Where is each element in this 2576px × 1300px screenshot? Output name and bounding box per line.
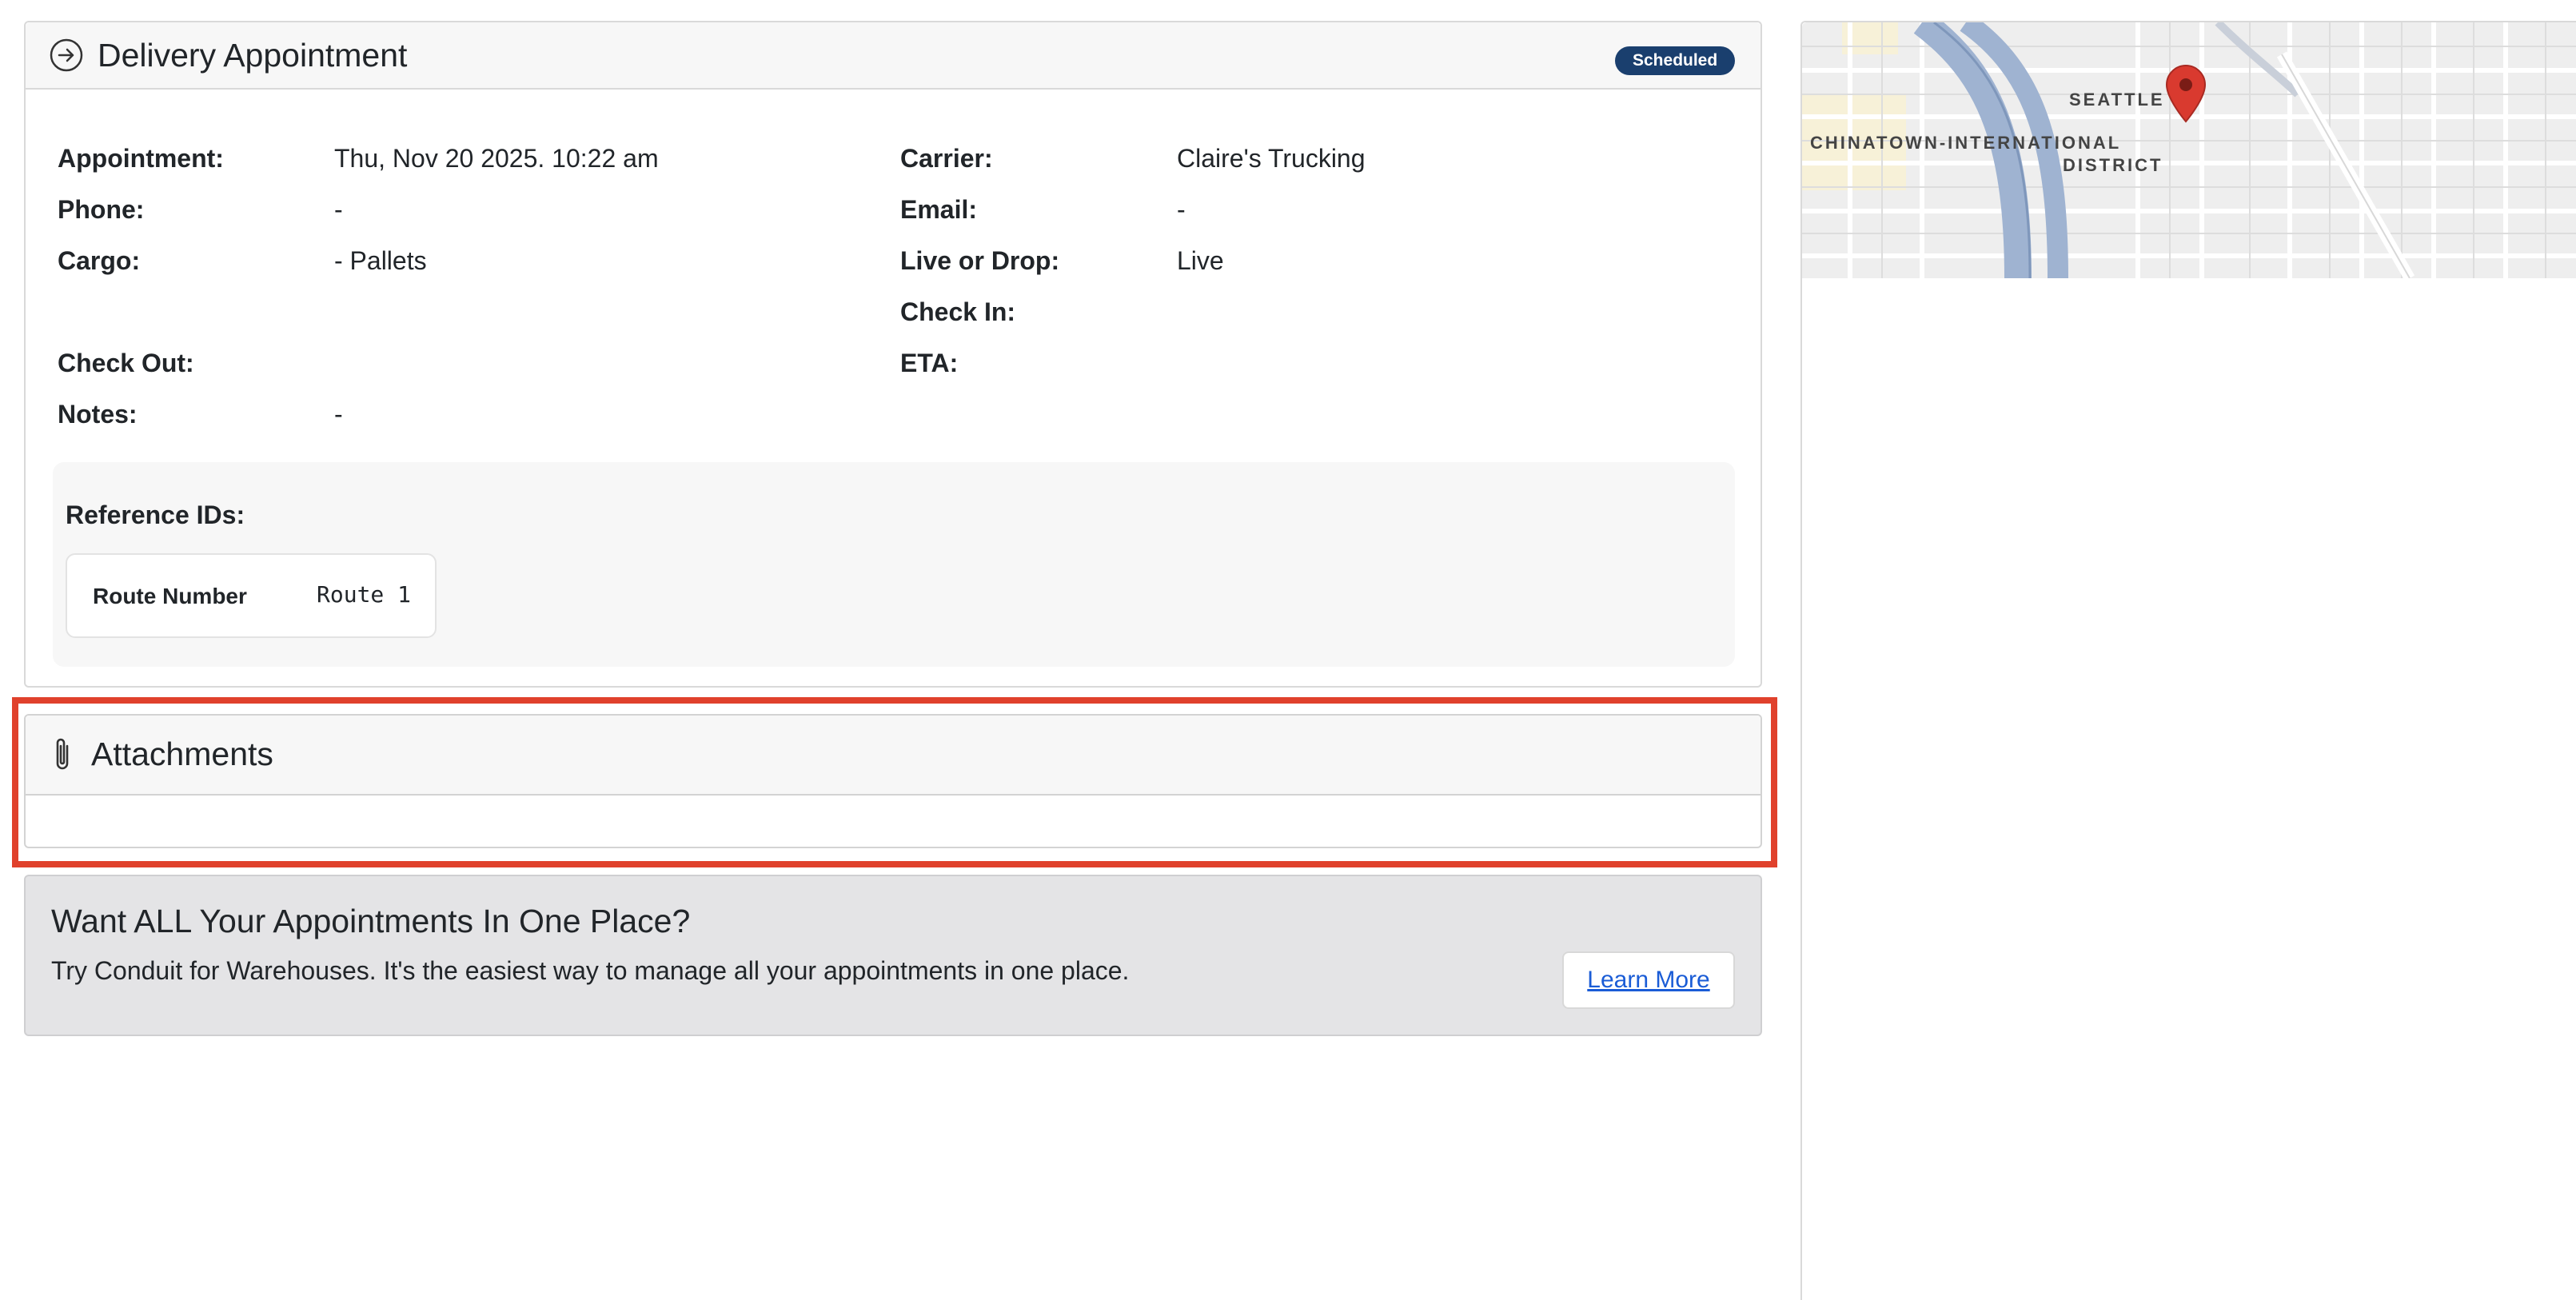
svg-text:SEATTLE: SEATTLE <box>2069 90 2165 110</box>
phone-value: - <box>334 195 343 224</box>
email-label: Email: <box>900 195 978 224</box>
appointment-value: Thu, Nov 20 2025. 10:22 am <box>334 144 659 173</box>
reference-id-value: Route 1 <box>317 581 412 608</box>
check-out-label: Check Out: <box>58 349 194 377</box>
location-side-panel: SEATTLE CHINATOWN-INTERNATIONAL DISTRICT <box>1800 21 2576 1300</box>
phone-label: Phone: <box>58 195 145 224</box>
svg-text:CHINATOWN-INTERNATIONAL: CHINATOWN-INTERNATIONAL <box>1810 133 2121 153</box>
promo-text: Try Conduit for Warehouses. It's the eas… <box>51 956 1130 985</box>
promo-banner: Want ALL Your Appointments In One Place?… <box>24 875 1762 1036</box>
delivery-appointment-card: Delivery Appointment Scheduled Appointme… <box>24 21 1762 688</box>
appointment-title: Delivery Appointment <box>98 37 408 74</box>
reference-id-label: Route Number <box>93 584 247 608</box>
notes-label: Notes: <box>58 400 138 429</box>
carrier-label: Carrier: <box>900 144 993 173</box>
cargo-label: Cargo: <box>58 246 141 275</box>
attachments-highlight-box <box>12 697 1777 867</box>
live-or-drop-value: Live <box>1177 246 1224 275</box>
cargo-value: - Pallets <box>334 246 427 275</box>
notes-value: - <box>334 400 343 429</box>
reference-id-chip: Route Number Route 1 <box>66 553 437 638</box>
map-canvas: SEATTLE CHINATOWN-INTERNATIONAL DISTRICT <box>1802 22 2576 278</box>
learn-more-button[interactable]: Learn More <box>1562 951 1735 1009</box>
promo-title: Want ALL Your Appointments In One Place? <box>51 903 691 939</box>
arrow-circle-right-icon <box>50 38 83 72</box>
eta-label: ETA: <box>900 349 959 377</box>
reference-ids-title: Reference IDs: <box>66 500 245 529</box>
appointment-card-header: Delivery Appointment Scheduled <box>26 22 1761 90</box>
carrier-value: Claire's Trucking <box>1177 144 1366 173</box>
appointment-label: Appointment: <box>58 144 224 173</box>
live-or-drop-label: Live or Drop: <box>900 246 1060 275</box>
check-in-label: Check In: <box>900 297 1016 326</box>
reference-ids-panel: Reference IDs: Route Number Route 1 <box>53 462 1735 667</box>
email-value: - <box>1177 195 1186 224</box>
svg-text:DISTRICT: DISTRICT <box>2063 155 2163 175</box>
location-map[interactable]: SEATTLE CHINATOWN-INTERNATIONAL DISTRICT <box>1802 22 2576 278</box>
status-badge: Scheduled <box>1615 46 1736 75</box>
